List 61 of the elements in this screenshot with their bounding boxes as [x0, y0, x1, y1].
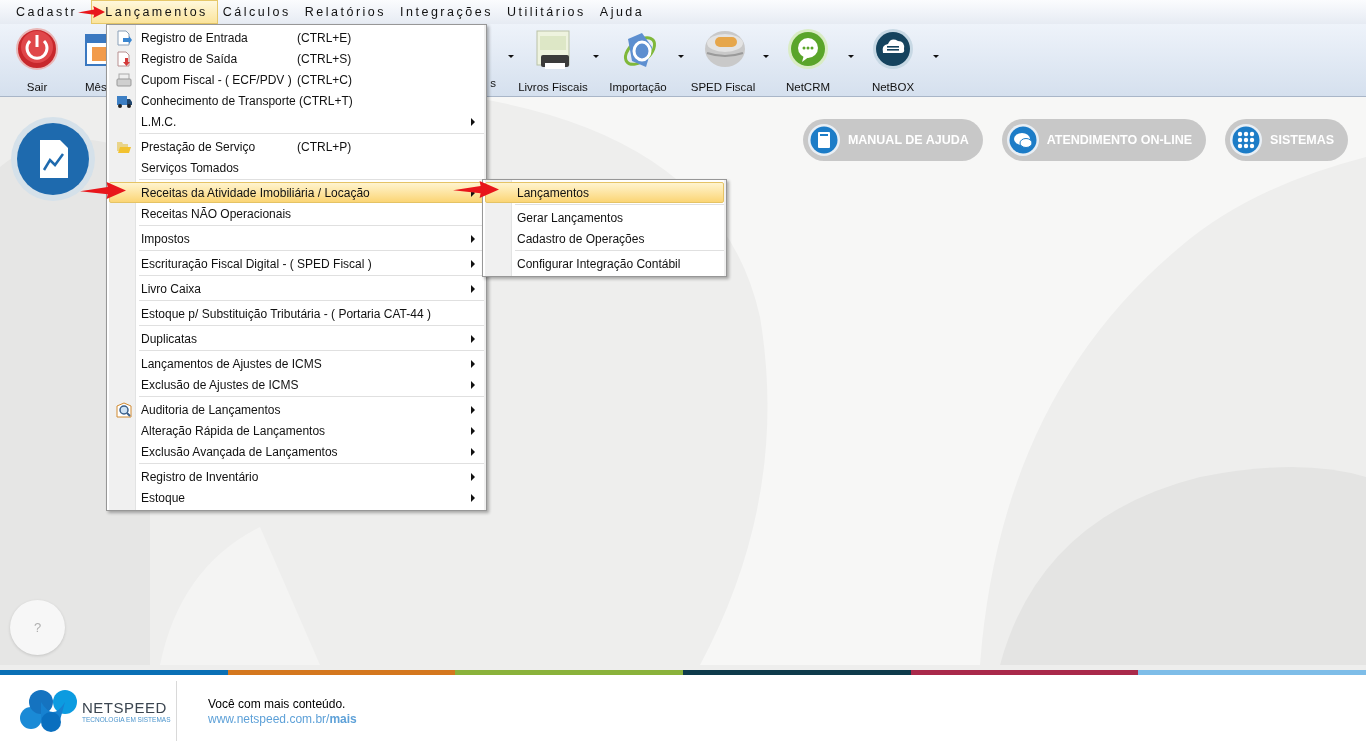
menu-item[interactable]: Estoque — [109, 487, 484, 508]
menu-item[interactable]: Gerar Lançamentos — [485, 207, 724, 228]
dropdown-caret-icon[interactable] — [932, 54, 939, 58]
menu-item[interactable]: Configurar Integração Contábil — [485, 253, 724, 274]
toolbar-button[interactable]: SPED Fiscal — [688, 24, 758, 92]
toolbar-button[interactable]: Sair — [2, 24, 72, 92]
dropdown-caret-icon[interactable] — [592, 54, 599, 58]
menu-item[interactable]: Serviços Tomados — [109, 157, 484, 178]
grid-icon — [1230, 124, 1263, 156]
chat-bubbles-icon — [1006, 124, 1039, 156]
cloud-icon — [871, 27, 915, 71]
footer-message: Você com mais conteúdo. — [208, 697, 347, 712]
toolbar-button[interactable]: NetCRM — [773, 24, 843, 92]
menu-item[interactable]: Duplicatas — [109, 328, 484, 349]
dropdown-caret-icon[interactable] — [507, 54, 514, 58]
menu-item[interactable]: Cupom Fiscal - ( ECF/PDV ) (CTRL+C) — [109, 69, 484, 90]
menu-item[interactable]: Registro de Saída (CTRL+S) — [109, 48, 484, 69]
menu-item[interactable]: Livro Caixa — [109, 278, 484, 299]
document-arrow-icon — [116, 50, 132, 67]
power-icon — [15, 27, 59, 71]
annotation-arrow — [80, 182, 126, 199]
menu-item[interactable]: Conhecimento de Transporte (CTRL+T) — [109, 90, 484, 111]
menu-item[interactable]: Estoque p/ Substituição Tributária - ( Portaria CAT-44 ) — [109, 303, 484, 324]
dropdown-caret-icon[interactable] — [847, 54, 854, 58]
menu-item[interactable]: Receitas NÃO Operacionais — [109, 203, 484, 224]
annotation-arrow — [453, 181, 499, 198]
report-icon — [10, 116, 96, 202]
menu-bar-item[interactable]: Cadastr — [16, 4, 78, 20]
chat-bubble-icon — [786, 27, 830, 71]
menu-item[interactable]: Prestação de Serviço (CTRL+P) — [109, 136, 484, 157]
toolbar-button[interactable]: Importação — [603, 24, 673, 92]
menu-bar-item[interactable]: Utilitários — [506, 4, 586, 20]
book-icon — [807, 124, 840, 156]
toolbar-button[interactable]: NetBOX — [858, 24, 928, 92]
netspeed-logo-icon — [19, 688, 79, 734]
printer-icon — [116, 71, 132, 88]
menu-item[interactable]: Escrituração Fiscal Digital - ( SPED Fiscal ) — [109, 253, 484, 274]
menu-bar-item[interactable]: Cálculos — [222, 4, 291, 20]
menu-item[interactable]: Receitas da Atividade Imobiliária / Locação — [109, 182, 484, 203]
menu-bar-item[interactable]: Ajuda — [599, 4, 645, 20]
toolbar-button[interactable]: Livros Fiscais — [518, 24, 588, 92]
menu-item[interactable]: Auditoria de Lançamentos — [109, 399, 484, 420]
document-arrow-icon — [116, 29, 132, 46]
brand-name: NETSPEED — [82, 699, 168, 716]
dropdown-caret-icon[interactable] — [677, 54, 684, 58]
menu-item[interactable]: Impostos — [109, 228, 484, 249]
menu-item[interactable]: Registro de Inventário — [109, 466, 484, 487]
annotation-arrow — [78, 6, 105, 18]
menu-bar-item[interactable]: Lançamentos — [91, 0, 218, 24]
menu-item[interactable]: Lançamentos — [485, 182, 724, 203]
menu-bar-item[interactable]: Integrações — [400, 4, 493, 20]
menu-item[interactable]: Cadastro de Operações — [485, 228, 724, 249]
menu-item[interactable]: Exclusão de Ajustes de ICMS — [109, 374, 484, 395]
menu-item[interactable]: Alteração Rápida de Lançamentos — [109, 420, 484, 441]
menu-item[interactable]: L.M.C. — [109, 111, 484, 132]
menu-item[interactable]: Exclusão Avançada de Lançamentos — [109, 441, 484, 462]
menu-bar-item[interactable]: Relatórios — [304, 4, 387, 20]
dropdown-caret-icon[interactable] — [762, 54, 769, 58]
menu-item[interactable]: Registro de Entrada (CTRL+E) — [109, 27, 484, 48]
magnifier-icon — [116, 401, 132, 418]
menu-item[interactable]: Lançamentos de Ajustes de ICMS — [109, 353, 484, 374]
